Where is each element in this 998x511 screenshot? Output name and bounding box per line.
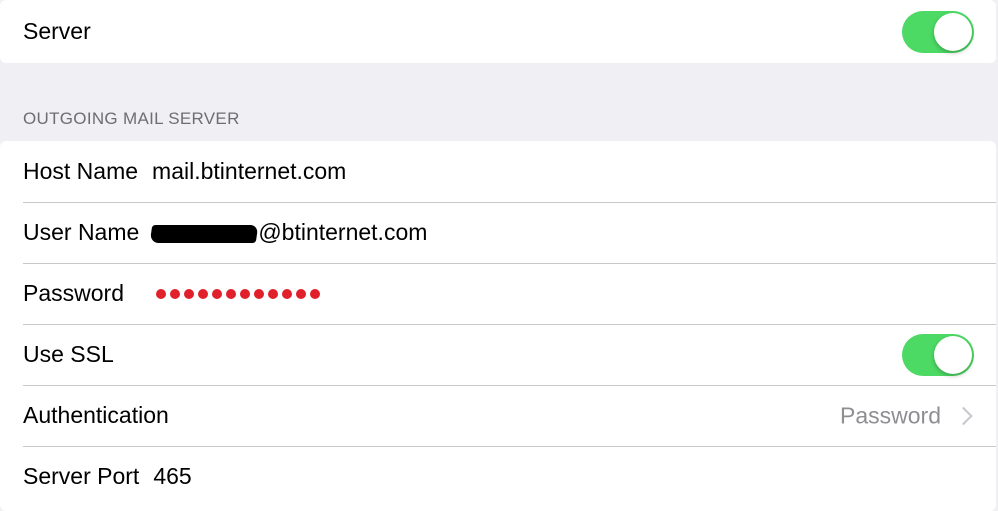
- password-dot: [225, 288, 236, 299]
- use-ssl-toggle[interactable]: [902, 333, 974, 376]
- password-row[interactable]: Password: [0, 263, 996, 324]
- password-dot: [197, 288, 208, 299]
- password-label: Password: [23, 280, 124, 306]
- server-row: Server: [0, 0, 996, 63]
- server-toggle-knob: [934, 12, 972, 51]
- password-dot: [267, 288, 278, 299]
- server-group: Server: [0, 0, 996, 63]
- authentication-row[interactable]: Authentication Password: [0, 385, 996, 446]
- password-dot: [309, 288, 320, 299]
- server-port-field[interactable]: 465: [153, 463, 191, 490]
- password-field[interactable]: [155, 288, 320, 299]
- user-name-row[interactable]: User Name @btinternet.com: [0, 202, 996, 263]
- outgoing-mail-server-header: OUTGOING MAIL SERVER: [23, 109, 240, 128]
- authentication-detail: Password: [840, 402, 974, 429]
- use-ssl-label: Use SSL: [23, 341, 114, 367]
- password-dot: [169, 288, 180, 299]
- password-dot: [155, 288, 166, 299]
- outgoing-mail-server-group: Host Name mail.btinternet.com User Name …: [0, 141, 996, 511]
- password-dot: [253, 288, 264, 299]
- user-name-domain: @btinternet.com: [258, 219, 428, 245]
- password-dot: [239, 288, 250, 299]
- host-name-label: Host Name: [23, 158, 139, 184]
- host-name-row[interactable]: Host Name mail.btinternet.com: [0, 141, 996, 202]
- authentication-value: Password: [840, 402, 941, 428]
- use-ssl-toggle-knob: [934, 335, 972, 374]
- use-ssl-row: Use SSL: [0, 324, 996, 385]
- server-port-row[interactable]: Server Port 465: [0, 446, 996, 507]
- password-dot: [295, 288, 306, 299]
- chevron-right-icon: [954, 406, 973, 425]
- password-dot: [281, 288, 292, 299]
- server-port-label: Server Port: [23, 463, 140, 489]
- server-label: Server: [23, 18, 91, 44]
- server-toggle[interactable]: [902, 10, 974, 53]
- host-name-field[interactable]: mail.btinternet.com: [152, 158, 346, 185]
- user-name-field[interactable]: @btinternet.com: [150, 219, 428, 246]
- redacted-username-mark: [150, 224, 259, 243]
- password-dot: [183, 288, 194, 299]
- user-name-label: User Name: [23, 219, 140, 245]
- authentication-label: Authentication: [23, 402, 169, 428]
- password-dot: [211, 288, 222, 299]
